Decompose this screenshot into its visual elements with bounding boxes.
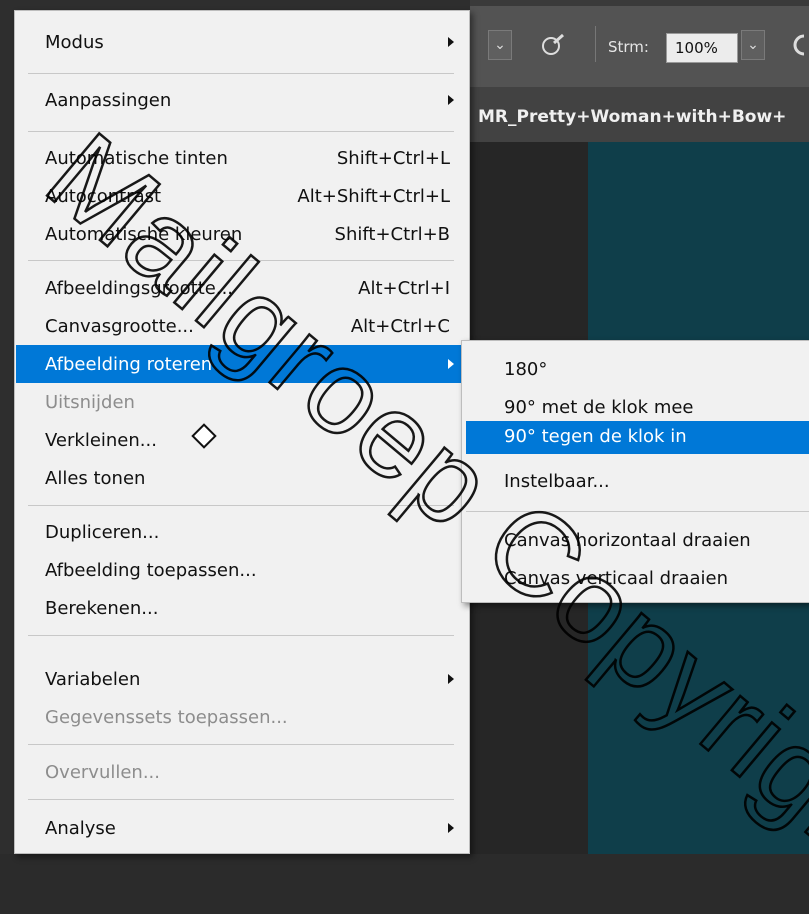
submenu-item-flip-vertical[interactable]: Canvas verticaal draaien xyxy=(463,560,809,598)
menu-item-overvullen: Overvullen... xyxy=(45,762,161,783)
submenu-item-flip-horizontal[interactable]: Canvas horizontaal draaien xyxy=(463,522,809,560)
menu-item-afbeelding-toepassen[interactable]: Afbeelding toepassen... xyxy=(16,551,468,589)
menu-item-alles-tonen[interactable]: Alles tonen xyxy=(16,459,468,497)
menu-item-uitsnijden: Uitsnijden xyxy=(45,392,135,413)
shortcut-label: Alt+Shift+Ctrl+L xyxy=(297,186,450,207)
menu-separator xyxy=(28,505,454,506)
menu-item-variabelen[interactable]: Variabelen xyxy=(16,660,468,698)
menu-item-aanpassingen[interactable]: Aanpassingen xyxy=(16,81,468,119)
submenu-arrow-icon xyxy=(448,37,454,47)
image-menu: Modus Aanpassingen Automatische tinten S… xyxy=(14,10,470,854)
submenu-item-instelbaar[interactable]: Instelbaar... xyxy=(463,463,809,501)
document-tab[interactable]: MR_Pretty+Woman+with+Bow+ xyxy=(478,107,786,127)
menu-item-automatische-tinten[interactable]: Automatische tinten Shift+Ctrl+L xyxy=(16,139,468,177)
menu-item-verkleinen[interactable]: Verkleinen... xyxy=(16,421,468,459)
brush-mode-dropdown[interactable]: ⌄ xyxy=(488,30,512,60)
shortcut-label: Alt+Ctrl+I xyxy=(358,278,450,299)
pressure-icon[interactable] xyxy=(790,32,809,64)
chevron-down-icon: ⌄ xyxy=(747,37,759,53)
menu-separator xyxy=(28,131,454,132)
submenu-item-90-counterclockwise[interactable]: 90° tegen de klok in xyxy=(466,421,809,454)
flow-dropdown[interactable]: ⌄ xyxy=(741,30,765,60)
submenu-arrow-icon xyxy=(448,674,454,684)
menu-item-analyse[interactable]: Analyse xyxy=(16,809,468,847)
menu-item-canvasgrootte[interactable]: Canvasgrootte... Alt+Ctrl+C xyxy=(16,307,468,345)
menu-item-afbeelding-roteren[interactable]: Afbeelding roteren xyxy=(16,345,468,383)
submenu-item-180[interactable]: 180° xyxy=(463,351,809,389)
menu-item-berekenen[interactable]: Berekenen... xyxy=(16,589,468,627)
menu-separator xyxy=(466,511,809,512)
chevron-down-icon: ⌄ xyxy=(494,37,506,53)
flow-label: Strm: xyxy=(608,38,649,56)
shortcut-label: Shift+Ctrl+L xyxy=(336,148,450,169)
shortcut-label: Alt+Ctrl+C xyxy=(350,316,450,337)
airbrush-icon[interactable] xyxy=(540,32,566,64)
flow-input[interactable]: 100% xyxy=(666,33,738,63)
menu-separator xyxy=(28,73,454,74)
rotate-submenu: 180° 90° met de klok mee 90° tegen de kl… xyxy=(461,340,809,603)
menu-item-dupliceren[interactable]: Dupliceren... xyxy=(16,513,468,551)
submenu-arrow-icon xyxy=(448,823,454,833)
menu-item-autocontrast[interactable]: Autocontrast Alt+Shift+Ctrl+L xyxy=(16,177,468,215)
submenu-arrow-icon xyxy=(448,359,454,369)
submenu-arrow-icon xyxy=(448,95,454,105)
shortcut-label: Shift+Ctrl+B xyxy=(334,224,450,245)
toolbar-divider xyxy=(595,26,596,62)
menu-separator xyxy=(28,799,454,800)
menu-item-modus[interactable]: Modus xyxy=(16,23,468,61)
menu-item-afbeeldingsgrootte[interactable]: Afbeeldingsgrootte... Alt+Ctrl+I xyxy=(16,269,468,307)
menu-item-gegevenssets-toepassen: Gegevenssets toepassen... xyxy=(45,707,288,728)
menu-separator xyxy=(28,635,454,636)
menu-separator xyxy=(28,744,454,745)
menu-item-automatische-kleuren[interactable]: Automatische kleuren Shift+Ctrl+B xyxy=(16,215,468,253)
menu-separator xyxy=(28,260,454,261)
